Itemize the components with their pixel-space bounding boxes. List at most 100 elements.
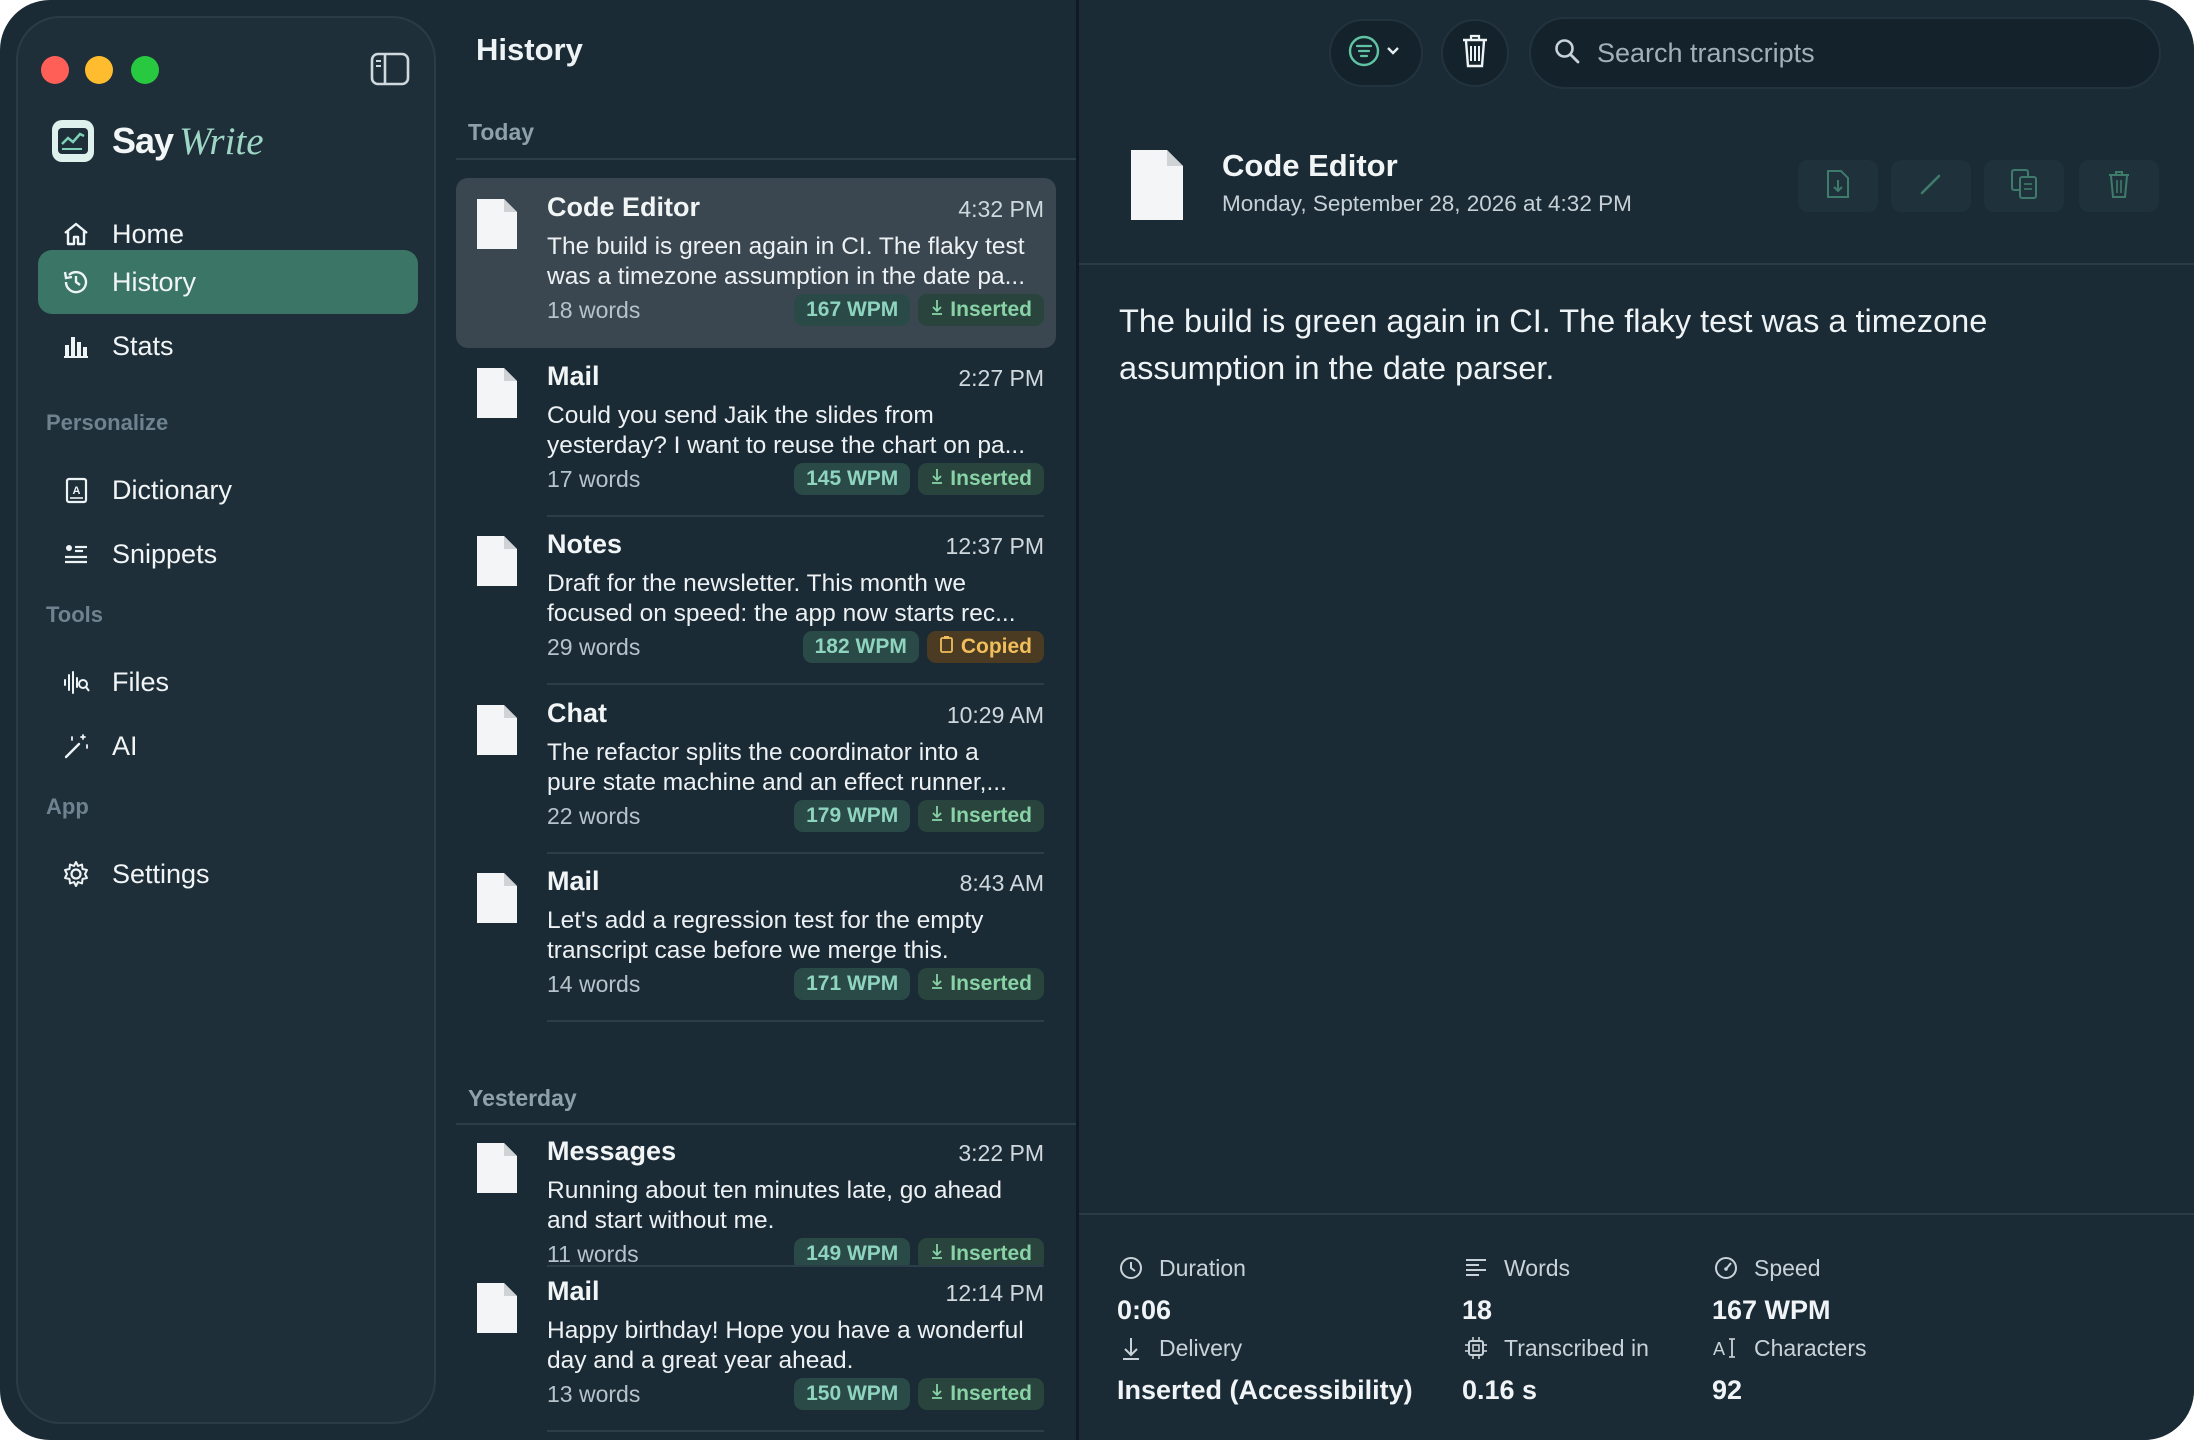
section-title-tools: Tools: [46, 602, 104, 627]
stat-value: 18: [1462, 1295, 1493, 1325]
wpm-badge: 145 WPM: [794, 462, 911, 495]
copy-button[interactable]: [1984, 160, 2064, 212]
status-badge: Inserted: [918, 462, 1044, 495]
preview-line: Running about ten minutes late, go ahead: [547, 1177, 1002, 1204]
stat-label: Transcribed in: [1504, 1334, 1649, 1361]
edit-button[interactable]: [1891, 160, 1971, 212]
group-label-today: Today: [468, 119, 535, 145]
stat-duration: Duration 0:06: [1117, 1253, 1246, 1326]
status-label: Copied: [960, 635, 1032, 658]
status-badge: Copied: [926, 631, 1044, 663]
waveform-icon: [60, 666, 92, 698]
download-arrow-icon: [930, 467, 950, 491]
minimize-window-button[interactable]: [85, 56, 113, 84]
transcript-line: assumption in the date parser.: [1119, 350, 1555, 386]
preview-line: The refactor splits the coordinator into…: [547, 738, 979, 766]
preview-line: transcript case before we merge this.: [547, 937, 949, 964]
item-preview: Could you send Jaik the slides from yeste…: [547, 401, 1047, 461]
brand: Say Write: [52, 116, 264, 166]
detail-panel: Code Editor Monday, September 28, 2026 a…: [1079, 0, 2194, 1440]
item-word-count: 13 words: [547, 1381, 641, 1407]
close-window-button[interactable]: [41, 56, 69, 84]
item-app-name: Mail: [547, 866, 600, 896]
stat-speed: Speed 167 WPM: [1712, 1253, 1831, 1326]
download-arrow-icon: [930, 804, 950, 828]
app-logo-icon: [52, 120, 94, 162]
history-list-item[interactable]: Chat 10:29 AM The refactor splits the coor…: [456, 684, 1056, 854]
item-app-name: Notes: [547, 529, 623, 559]
download-arrow-icon: [930, 298, 950, 322]
download-arrow-icon: [930, 972, 950, 996]
nav-item-dictionary[interactable]: A Dictionary: [38, 458, 418, 522]
history-list-item[interactable]: Mail 12:14 PM Happy birthday! Hope you hav…: [456, 1262, 1056, 1432]
item-app-name: Mail: [547, 1276, 600, 1306]
status-label: Inserted: [950, 972, 1032, 995]
stat-label: Delivery: [1159, 1334, 1243, 1361]
item-preview: Let's add a regression test for the empt…: [547, 906, 1047, 966]
preview-line: focused on speed: the app now starts rec…: [547, 600, 1016, 627]
dictionary-icon: A: [60, 474, 92, 506]
item-preview: Draft for the newsletter. This month we f…: [547, 569, 1047, 629]
section-title-personalize: Personalize: [46, 410, 169, 435]
snippets-icon: [60, 538, 92, 570]
nav-item-settings[interactable]: Settings: [38, 842, 418, 906]
delete-button[interactable]: [2079, 160, 2159, 212]
wpm-badge: 179 WPM: [794, 799, 911, 832]
nav-item-snippets[interactable]: Snippets: [38, 522, 418, 586]
item-badges: 182 WPM Copied: [802, 631, 1044, 663]
status-badge: Inserted: [918, 294, 1044, 326]
search-field[interactable]: [1529, 17, 2161, 89]
stat-value: 0:06: [1117, 1295, 1172, 1325]
status-label: Inserted: [950, 298, 1032, 321]
item-badges: 145 WPM Inserted: [794, 462, 1044, 495]
nav-item-files[interactable]: Files: [38, 650, 418, 714]
delete-all-button[interactable]: [1441, 19, 1509, 87]
status-label: Inserted: [950, 466, 1032, 490]
nav-item-ai[interactable]: AI: [38, 714, 418, 778]
item-app-name: Code Editor: [547, 192, 700, 222]
history-list-item[interactable]: Mail 8:43 AM Let's add a regression test f…: [456, 852, 1056, 1022]
transcript-text[interactable]: The build is green again in CI. The flak…: [1119, 298, 2149, 392]
export-button[interactable]: [1798, 160, 1878, 212]
document-icon: [1129, 148, 1185, 222]
text-cursor-icon: A: [1712, 1334, 1740, 1362]
nav-item-label: Stats: [112, 330, 174, 361]
detail-date: Monday, September 28, 2026 at 4:32 PM: [1222, 191, 1632, 216]
item-badges: 179 WPM Inserted: [794, 799, 1044, 832]
stat-transcribed-in: Transcribed in 0.16 s: [1462, 1333, 1649, 1406]
nav-item-history[interactable]: History: [38, 250, 418, 314]
transcript-line: The build is green again in CI. The flak…: [1119, 303, 1988, 339]
preview-line: The build is green again in CI. The flak…: [547, 233, 1025, 260]
item-app-name: Chat: [547, 697, 607, 728]
history-list-item[interactable]: Messages 3:22 PM Running about ten minutes…: [456, 1122, 1056, 1267]
item-time: 3:22 PM: [958, 1140, 1044, 1166]
download-arrow-icon: [1117, 1334, 1145, 1362]
stat-label: Characters: [1754, 1334, 1867, 1361]
detail-header-divider: [1079, 263, 2194, 265]
search-input[interactable]: [1597, 37, 2117, 69]
document-icon: [476, 198, 518, 250]
zoom-window-button[interactable]: [131, 56, 159, 84]
svg-text:A: A: [1713, 1339, 1725, 1359]
item-badges: 150 WPM Inserted: [794, 1378, 1044, 1410]
item-divider: [547, 1430, 1044, 1432]
item-time: 8:43 AM: [959, 870, 1044, 896]
document-icon: [476, 535, 518, 587]
magic-wand-icon: [60, 730, 92, 762]
item-word-count: 29 words: [547, 634, 641, 660]
brand-name-write: Write: [179, 119, 264, 163]
sidebar-toggle-icon[interactable]: [370, 52, 410, 86]
item-app-name: Mail: [547, 360, 600, 391]
trash-icon: [1460, 33, 1490, 74]
history-list-item[interactable]: Mail 2:27 PM Could you send Jaik the slide…: [456, 347, 1056, 517]
nav-item-stats[interactable]: Stats: [38, 314, 418, 378]
item-word-count: 22 words: [547, 802, 641, 829]
gear-icon: [60, 858, 92, 890]
nav-item-label: Home: [112, 218, 185, 249]
preview-line: Let's add a regression test for the empt…: [547, 907, 984, 934]
history-list-item[interactable]: Code Editor 4:32 PM The build is green aga…: [456, 178, 1056, 348]
preview-line: and start without me.: [547, 1207, 775, 1234]
filter-icon: [1348, 35, 1404, 72]
history-list-item[interactable]: Notes 12:37 PM Draft for the newsletter. T…: [456, 515, 1056, 685]
filter-button[interactable]: [1329, 19, 1423, 87]
